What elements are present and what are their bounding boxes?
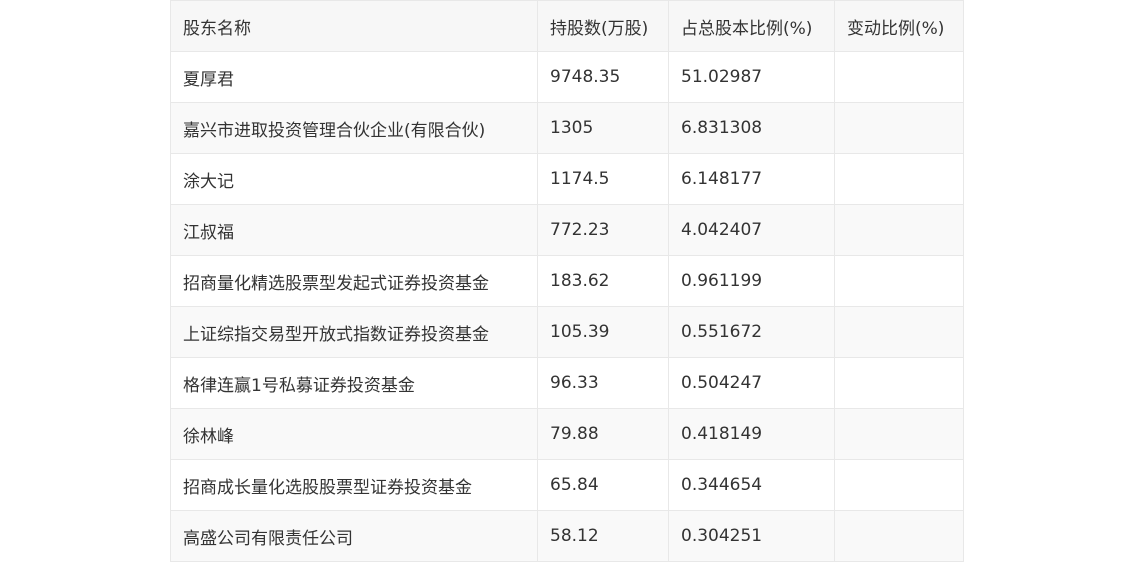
- cell-change-ratio: [834, 510, 964, 562]
- cell-share-ratio: 0.304251: [668, 510, 835, 562]
- cell-shares-held: 79.88: [537, 408, 669, 460]
- cell-shareholder-name: 涂大记: [170, 153, 538, 205]
- cell-shares-held: 96.33: [537, 357, 669, 409]
- table-row: 徐林峰 79.88 0.418149: [170, 408, 964, 460]
- cell-share-ratio: 0.344654: [668, 459, 835, 511]
- cell-shareholder-name: 夏厚君: [170, 51, 538, 103]
- table-body: 夏厚君 9748.35 51.02987 嘉兴市进取投资管理合伙企业(有限合伙)…: [170, 51, 964, 562]
- table-row: 江叔福 772.23 4.042407: [170, 204, 964, 256]
- cell-change-ratio: [834, 51, 964, 103]
- cell-shareholder-name: 徐林峰: [170, 408, 538, 460]
- header-shareholder-name: 股东名称: [170, 0, 538, 52]
- table-row: 涂大记 1174.5 6.148177: [170, 153, 964, 205]
- cell-shares-held: 1305: [537, 102, 669, 154]
- header-share-ratio: 占总股本比例(%): [668, 0, 835, 52]
- table-row: 招商成长量化选股股票型证券投资基金 65.84 0.344654: [170, 459, 964, 511]
- cell-shareholder-name: 上证综指交易型开放式指数证券投资基金: [170, 306, 538, 358]
- cell-shareholder-name: 江叔福: [170, 204, 538, 256]
- shareholder-table-container: 股东名称 持股数(万股) 占总股本比例(%) 变动比例(%) 夏厚君 9748.…: [170, 0, 964, 562]
- cell-shares-held: 9748.35: [537, 51, 669, 103]
- table-row: 嘉兴市进取投资管理合伙企业(有限合伙) 1305 6.831308: [170, 102, 964, 154]
- cell-share-ratio: 6.831308: [668, 102, 835, 154]
- header-change-ratio: 变动比例(%): [834, 0, 964, 52]
- cell-change-ratio: [834, 255, 964, 307]
- table-row: 高盛公司有限责任公司 58.12 0.304251: [170, 510, 964, 562]
- cell-shares-held: 772.23: [537, 204, 669, 256]
- cell-change-ratio: [834, 357, 964, 409]
- table-row: 上证综指交易型开放式指数证券投资基金 105.39 0.551672: [170, 306, 964, 358]
- cell-share-ratio: 6.148177: [668, 153, 835, 205]
- cell-change-ratio: [834, 306, 964, 358]
- table-header: 股东名称 持股数(万股) 占总股本比例(%) 变动比例(%): [170, 0, 964, 52]
- cell-shareholder-name: 嘉兴市进取投资管理合伙企业(有限合伙): [170, 102, 538, 154]
- cell-change-ratio: [834, 204, 964, 256]
- table-row: 招商量化精选股票型发起式证券投资基金 183.62 0.961199: [170, 255, 964, 307]
- header-row: 股东名称 持股数(万股) 占总股本比例(%) 变动比例(%): [170, 0, 964, 52]
- cell-change-ratio: [834, 408, 964, 460]
- cell-share-ratio: 0.961199: [668, 255, 835, 307]
- cell-shares-held: 65.84: [537, 459, 669, 511]
- shareholder-table: 股东名称 持股数(万股) 占总股本比例(%) 变动比例(%) 夏厚君 9748.…: [170, 0, 964, 562]
- cell-change-ratio: [834, 102, 964, 154]
- cell-shares-held: 1174.5: [537, 153, 669, 205]
- cell-shareholder-name: 招商量化精选股票型发起式证券投资基金: [170, 255, 538, 307]
- cell-shareholder-name: 高盛公司有限责任公司: [170, 510, 538, 562]
- cell-shares-held: 183.62: [537, 255, 669, 307]
- cell-shareholder-name: 格律连赢1号私募证券投资基金: [170, 357, 538, 409]
- cell-share-ratio: 0.504247: [668, 357, 835, 409]
- cell-change-ratio: [834, 459, 964, 511]
- cell-share-ratio: 51.02987: [668, 51, 835, 103]
- cell-share-ratio: 0.551672: [668, 306, 835, 358]
- cell-shareholder-name: 招商成长量化选股股票型证券投资基金: [170, 459, 538, 511]
- cell-shares-held: 105.39: [537, 306, 669, 358]
- cell-share-ratio: 4.042407: [668, 204, 835, 256]
- header-shares-held: 持股数(万股): [537, 0, 669, 52]
- cell-change-ratio: [834, 153, 964, 205]
- table-row: 夏厚君 9748.35 51.02987: [170, 51, 964, 103]
- table-row: 格律连赢1号私募证券投资基金 96.33 0.504247: [170, 357, 964, 409]
- cell-shares-held: 58.12: [537, 510, 669, 562]
- cell-share-ratio: 0.418149: [668, 408, 835, 460]
